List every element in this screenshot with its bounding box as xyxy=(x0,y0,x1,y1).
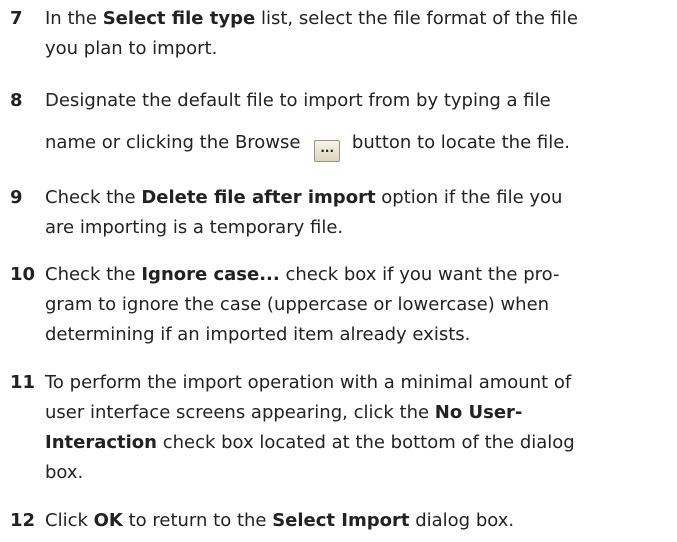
text-span: button to locate the file. xyxy=(346,132,570,153)
step-text-line: Check the Delete file after import optio… xyxy=(45,185,562,211)
text-span: Designate the default file to import fro… xyxy=(45,90,551,111)
step-number: 8 xyxy=(10,90,23,111)
step-text-line: determining if an imported item already … xyxy=(45,322,470,348)
browse-button-icon: ... xyxy=(314,140,341,162)
text-span: option if the file you xyxy=(375,187,563,208)
text-span: dialog box. xyxy=(409,510,515,531)
step-text-line: Click OK to return to the Select Import … xyxy=(45,508,514,534)
step-text-line: Designate the default file to import fro… xyxy=(45,88,551,114)
step-text-line: you plan to import. xyxy=(45,36,217,62)
emphasis-term: Interaction xyxy=(45,432,157,453)
step-text-line: box. xyxy=(45,460,83,486)
text-span: Click xyxy=(45,510,94,531)
text-span: gram to ignore the case (uppercase or lo… xyxy=(45,294,550,315)
text-span: box. xyxy=(45,462,84,483)
text-span: check box if you want the pro- xyxy=(279,264,560,285)
text-span: In the xyxy=(45,8,103,29)
step-text-line: name or clicking the Browse ... button t… xyxy=(45,130,570,162)
text-span: Check the xyxy=(45,264,142,285)
emphasis-term: Ignore case... xyxy=(141,264,280,285)
step-text-line: To perform the import operation with a m… xyxy=(45,370,571,396)
emphasis-term: Select file type xyxy=(102,8,256,29)
step-number: 10 xyxy=(10,264,36,285)
text-span: to return to the xyxy=(122,510,273,531)
text-span: To perform the import operation with a m… xyxy=(45,372,572,393)
text-span: you plan to import. xyxy=(45,38,218,59)
step-number: 9 xyxy=(10,187,23,208)
step-text-line: gram to ignore the case (uppercase or lo… xyxy=(45,292,549,318)
step-text-line: Check the Ignore case... check box if yo… xyxy=(45,262,559,288)
text-span: list, select the file format of the file xyxy=(255,8,578,29)
text-span: determining if an imported item already … xyxy=(45,324,471,345)
emphasis-term: No User- xyxy=(434,402,523,423)
step-text-line: user interface screens appearing, click … xyxy=(45,400,522,426)
emphasis-term: OK xyxy=(93,510,123,531)
text-span: name or clicking the Browse xyxy=(45,132,307,153)
text-span: Check the xyxy=(45,187,142,208)
step-text-line: In the Select file type list, select the… xyxy=(45,6,578,32)
step-number: 7 xyxy=(10,8,23,29)
step-text-line: Interaction check box located at the bot… xyxy=(45,430,575,456)
emphasis-term: Select Import xyxy=(272,510,410,531)
text-span: are importing is a temporary file. xyxy=(45,217,344,238)
text-span: user interface screens appearing, click … xyxy=(45,402,435,423)
text-span: check box located at the bottom of the d… xyxy=(156,432,575,453)
step-number: 11 xyxy=(10,372,36,393)
step-number: 12 xyxy=(10,510,36,531)
step-text-line: are importing is a temporary file. xyxy=(45,215,343,241)
emphasis-term: Delete file after import xyxy=(141,187,376,208)
